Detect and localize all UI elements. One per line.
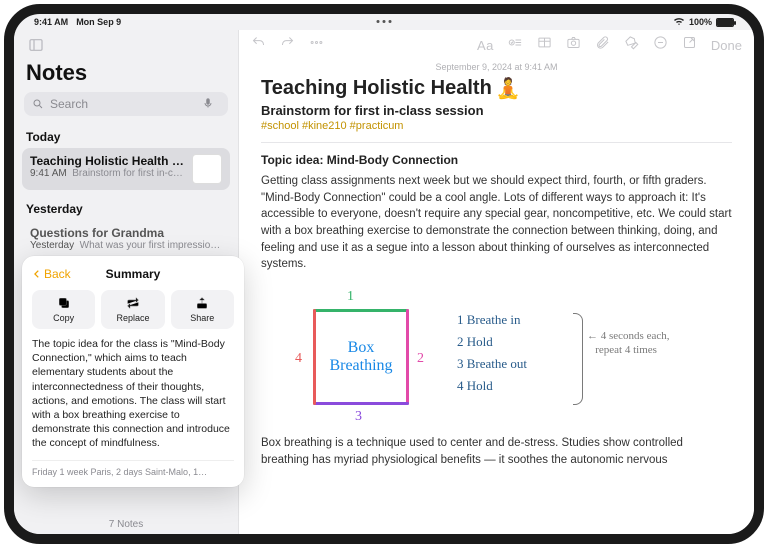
topic-heading: Topic idea: Mind-Body Connection xyxy=(261,153,732,167)
sidebar-title: Notes xyxy=(14,60,238,92)
summary-popover: Back Summary Copy Replace xyxy=(22,256,244,487)
done-button[interactable]: Done xyxy=(711,38,742,53)
box-breathing-diagram: BoxBreathing 1 2 3 4 1 Breathe in 2 Hold… xyxy=(267,287,732,427)
paragraph-2: Box breathing is a technique used to cen… xyxy=(261,435,732,468)
note-subheading: Brainstorm for first in-class session xyxy=(261,103,732,118)
note-datestamp: September 9, 2024 at 9:41 AM xyxy=(239,62,754,72)
table-icon[interactable] xyxy=(537,35,552,55)
more-icon[interactable] xyxy=(309,35,324,55)
dictate-icon[interactable] xyxy=(202,97,220,112)
note-thumbnail xyxy=(192,154,222,184)
status-time: 9:41 AM xyxy=(34,17,68,27)
note-item-teaching[interactable]: Teaching Holistic Health 🧘 9:41 AM Brain… xyxy=(22,148,230,190)
new-note-icon[interactable] xyxy=(682,35,697,55)
ipad-frame: 9:41 AM Mon Sep 9 100% Notes xyxy=(4,4,764,544)
status-bar: 9:41 AM Mon Sep 9 100% xyxy=(14,14,754,30)
note-tags[interactable]: #school #kine210 #practicum xyxy=(261,120,732,132)
note-title: Teaching Holistic Health 🧘 xyxy=(30,154,184,168)
diagram-caption: ← 4 seconds each, repeat 4 times xyxy=(587,329,669,358)
summary-text: The topic idea for the class is "Mind-Bo… xyxy=(32,337,234,450)
sidebar-toggle-icon[interactable] xyxy=(24,33,48,57)
notes-count: 7 Notes xyxy=(14,519,238,530)
share-icon xyxy=(195,296,209,310)
status-date: Mon Sep 9 xyxy=(76,17,121,27)
edge-label-4: 4 xyxy=(295,351,302,367)
note-editor: Aa Done September 9, 2024 at 9:41 AM xyxy=(239,30,754,534)
chevron-left-icon xyxy=(32,269,42,279)
copy-button[interactable]: Copy xyxy=(32,290,95,329)
redo-icon[interactable] xyxy=(280,35,295,55)
note-heading: Teaching Holistic Health🧘 xyxy=(261,76,732,101)
notes-sidebar: Notes Search Today Teaching Holistic Hea… xyxy=(14,30,239,534)
copy-icon xyxy=(57,296,71,310)
wifi-icon xyxy=(673,18,685,26)
popover-back-button[interactable]: Back xyxy=(32,267,71,281)
screen: 9:41 AM Mon Sep 9 100% Notes xyxy=(14,14,754,534)
edge-label-1: 1 xyxy=(347,289,354,305)
note-preview: 9:41 AM Brainstorm for first in-cla… xyxy=(30,168,184,179)
divider xyxy=(261,142,732,143)
replace-button[interactable]: Replace xyxy=(101,290,164,329)
ruler-icon[interactable] xyxy=(653,35,668,55)
breathing-steps: 1 Breathe in 2 Hold 3 Breathe out 4 Hold xyxy=(457,309,527,397)
note-item-grandma[interactable]: Questions for Grandma Yesterday What was… xyxy=(22,220,230,257)
camera-icon[interactable] xyxy=(566,35,581,55)
section-today: Today xyxy=(14,124,238,148)
edge-label-3: 3 xyxy=(355,409,362,425)
note-body[interactable]: Teaching Holistic Health🧘 Brainstorm for… xyxy=(239,72,754,468)
popover-next-note-preview: Friday 1 week Paris, 2 days Saint-Malo, … xyxy=(32,460,234,477)
text-style-button[interactable]: Aa xyxy=(477,38,494,53)
paragraph-1: Getting class assignments next week but … xyxy=(261,173,732,273)
search-input[interactable]: Search xyxy=(24,92,228,116)
battery-icon xyxy=(716,18,734,27)
note-title: Questions for Grandma xyxy=(30,226,222,240)
breathing-box: BoxBreathing xyxy=(313,309,409,405)
share-button[interactable]: Share xyxy=(171,290,234,329)
search-placeholder: Search xyxy=(50,97,88,111)
markup-icon[interactable] xyxy=(624,35,639,55)
checklist-icon[interactable] xyxy=(508,35,523,55)
undo-icon[interactable] xyxy=(251,35,266,55)
popover-title: Summary xyxy=(106,267,161,281)
edge-label-2: 2 xyxy=(417,351,424,367)
attachment-icon[interactable] xyxy=(595,35,610,55)
editor-toolbar: Aa Done xyxy=(239,30,754,60)
search-icon xyxy=(32,98,44,110)
brace-icon xyxy=(573,313,583,405)
multitask-dots[interactable] xyxy=(377,20,392,23)
box-label: BoxBreathing xyxy=(313,309,409,405)
battery-percent: 100% xyxy=(689,17,712,27)
replace-icon xyxy=(126,296,140,310)
note-preview: Yesterday What was your first impression… xyxy=(30,240,222,251)
section-yesterday: Yesterday xyxy=(14,196,238,220)
